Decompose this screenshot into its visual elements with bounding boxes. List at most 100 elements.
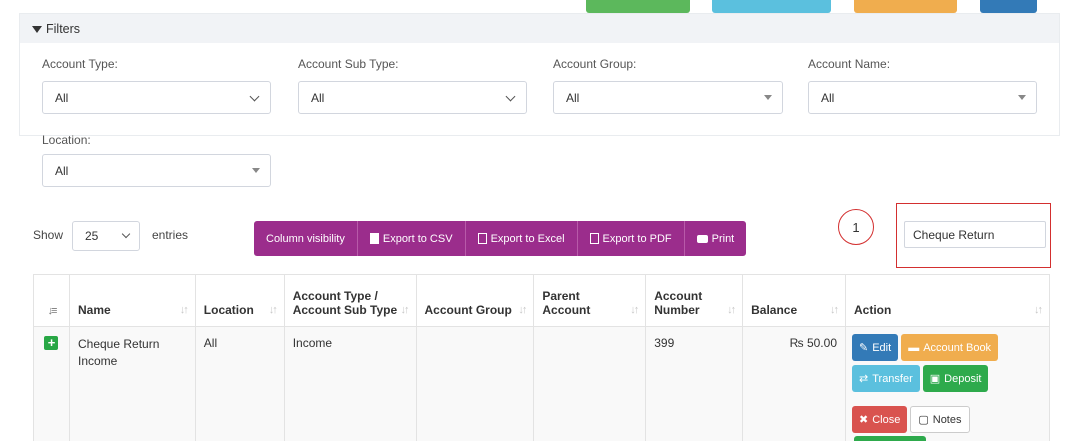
- account-group-value: All: [566, 90, 580, 105]
- col-name[interactable]: Name ↓↑: [68, 274, 196, 327]
- callout-marker: 1: [838, 209, 874, 245]
- sort-icon: ↓↑: [268, 304, 278, 316]
- account-sub-type-value: All: [311, 90, 325, 105]
- name-cell: Cheque Return Income: [68, 326, 196, 441]
- filters-panel: Filters: [19, 13, 1060, 136]
- accounts-table: ↓≡ Name ↓↑ Location ↓↑ Account Type / Ac…: [33, 274, 1050, 441]
- excel-file-icon: [477, 233, 487, 244]
- top-green-button[interactable]: [586, 0, 690, 13]
- sort-icon: ↓↑: [1034, 304, 1043, 316]
- table-row: + Cheque Return Income All Income 399 ₨ …: [33, 326, 1050, 441]
- top-orange-button[interactable]: [854, 0, 957, 13]
- account-sub-type-label: Account Sub Type:: [298, 57, 399, 71]
- balance-cell: ₨ 50.00: [742, 326, 846, 441]
- deposit-label: Deposit: [944, 372, 982, 385]
- export-excel-label: Export to Excel: [490, 232, 565, 245]
- location-label: Location:: [42, 133, 91, 147]
- account-type-label: Account Type:: [42, 57, 118, 71]
- export-button-group: Column visibility Export to CSV Export t…: [254, 221, 747, 256]
- account-book-button[interactable]: ▬ Account Book: [901, 334, 999, 361]
- type-cell: Income: [283, 326, 417, 441]
- chevron-down-icon: [505, 91, 516, 102]
- filters-header[interactable]: Filters: [20, 14, 1059, 43]
- pdf-file-icon: [589, 233, 599, 244]
- notes-button[interactable]: ▢ Notes: [910, 406, 970, 433]
- account-name-select[interactable]: All: [808, 81, 1037, 114]
- group-cell: [415, 326, 535, 441]
- account-sub-type-select[interactable]: All: [298, 81, 527, 114]
- caret-down-icon: [1018, 95, 1026, 100]
- col-account-group[interactable]: Account Group ↓↑: [415, 274, 535, 327]
- caret-down-icon: [252, 168, 260, 173]
- parent-cell: [533, 326, 647, 441]
- col-account-type[interactable]: Account Type / Account Sub Type ↓↑: [283, 274, 417, 327]
- entries-length-value: 25: [85, 229, 99, 243]
- account-book-label: Account Book: [923, 341, 992, 354]
- print-label: Print: [711, 232, 735, 245]
- account-name-label: Account Name:: [808, 57, 891, 71]
- col-parent-label-1: Parent: [542, 289, 580, 303]
- col-expand[interactable]: ↓≡: [33, 274, 70, 327]
- location-select[interactable]: All: [42, 154, 271, 187]
- col-account-type-label-1: Account Type /: [292, 289, 378, 303]
- sort-icon: ↓↑: [630, 304, 639, 316]
- sort-icon: ↓↑: [830, 304, 839, 316]
- column-visibility-label: Column visibility: [266, 232, 345, 245]
- callout-number: 1: [852, 219, 860, 235]
- filter-icon: [32, 26, 42, 33]
- col-parent-account[interactable]: Parent Account ↓↑: [533, 274, 647, 327]
- column-visibility-button[interactable]: Column visibility: [254, 221, 358, 256]
- transfer-button[interactable]: ⇄ Transfer: [852, 365, 920, 392]
- close-label: Close: [872, 413, 901, 426]
- chevron-down-icon: [121, 229, 131, 239]
- export-csv-button[interactable]: Export to CSV: [357, 221, 466, 256]
- col-number-label-2: Number: [654, 303, 700, 317]
- col-parent-label-2: Account: [542, 303, 591, 317]
- account-type-value: All: [55, 90, 69, 105]
- expand-plus-icon[interactable]: +: [44, 336, 59, 350]
- search-input[interactable]: Cheque Return: [904, 221, 1046, 248]
- col-location[interactable]: Location ↓↑: [194, 274, 285, 327]
- show-label: Show: [33, 228, 64, 242]
- top-blue-button[interactable]: [980, 0, 1037, 13]
- print-button[interactable]: Print: [684, 221, 747, 256]
- deposit-button[interactable]: ▣ Deposit: [922, 365, 989, 392]
- action-cell: ✎ Edit ▬ Account Book ⇄ Transfer ▣ Deposit ✖…: [845, 326, 1050, 441]
- col-balance[interactable]: Balance ↓↑: [742, 274, 846, 327]
- expand-cell: +: [33, 326, 70, 441]
- account-group-label: Account Group:: [553, 57, 637, 71]
- edit-icon: ✎: [859, 342, 869, 354]
- caret-down-icon: [764, 95, 772, 100]
- action-spacer: [852, 396, 1022, 406]
- col-number-label-1: Account: [654, 289, 703, 303]
- account-type-select[interactable]: All: [42, 81, 271, 114]
- table-header-row: ↓≡ Name ↓↑ Location ↓↑ Account Type / Ac…: [33, 274, 1050, 327]
- extra-action-button[interactable]: [854, 436, 926, 441]
- entries-label: entries: [152, 228, 189, 242]
- edit-button[interactable]: ✎ Edit: [852, 334, 899, 361]
- export-pdf-label: Export to PDF: [602, 232, 672, 245]
- search-value: Cheque Return: [913, 227, 995, 242]
- col-account-number[interactable]: Account Number ↓↑: [645, 274, 744, 327]
- entries-length-select[interactable]: 25: [72, 221, 140, 251]
- sort-icon: ↓↑: [727, 304, 736, 316]
- location-cell: All: [194, 326, 285, 441]
- sort-icon: ↓↑: [400, 304, 410, 316]
- account-group-select[interactable]: All: [553, 81, 783, 114]
- account-name-value: All: [821, 90, 835, 105]
- col-action-label: Action: [854, 303, 892, 317]
- chevron-down-icon: [249, 91, 260, 102]
- col-action[interactable]: Action ↓↑: [845, 274, 1050, 327]
- export-pdf-button[interactable]: Export to PDF: [577, 221, 685, 256]
- edit-label: Edit: [872, 341, 892, 354]
- sort-icon: ↓≡: [47, 305, 58, 317]
- close-button[interactable]: ✖ Close: [852, 406, 908, 433]
- sort-icon: ↓↑: [518, 304, 527, 316]
- top-cyan-button[interactable]: [712, 0, 831, 13]
- export-excel-button[interactable]: Export to Excel: [465, 221, 578, 256]
- number-cell: 399: [645, 326, 744, 441]
- exchange-icon: ⇄: [859, 373, 869, 385]
- notes-label: Notes: [932, 413, 962, 426]
- filters-title: Filters: [46, 21, 81, 36]
- sort-icon: ↓↑: [179, 304, 189, 316]
